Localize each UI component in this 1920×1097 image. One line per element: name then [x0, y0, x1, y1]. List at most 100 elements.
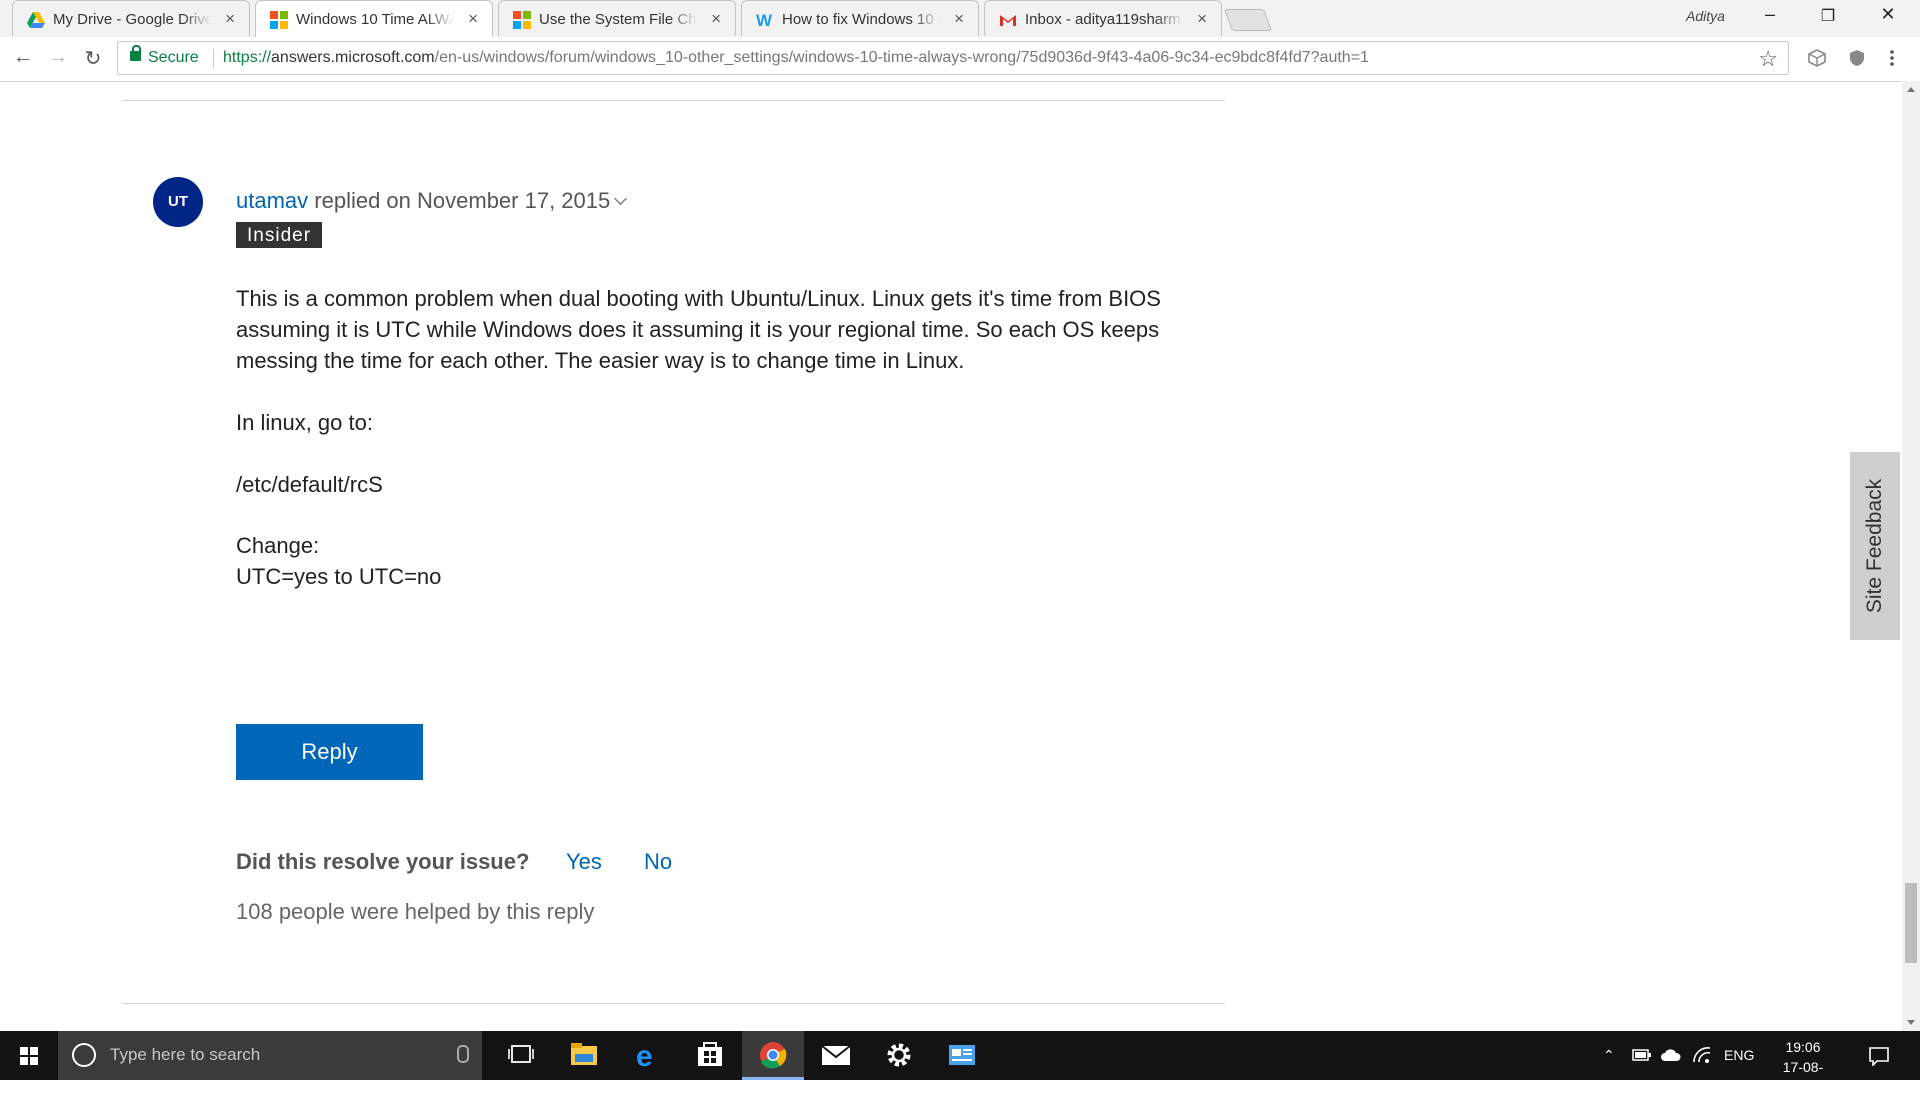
post-paragraph: /etc/default/rcS: [236, 472, 383, 497]
app-button[interactable]: [931, 1031, 993, 1080]
chrome-icon: [760, 1042, 787, 1069]
microsoft-icon: [513, 11, 531, 29]
tab-system-file-checker[interactable]: Use the System File Checker ×: [498, 0, 736, 36]
folder-icon: [571, 1043, 597, 1065]
microphone-icon[interactable]: [457, 1045, 469, 1063]
battery-icon[interactable]: [1632, 1048, 1652, 1062]
edge-button[interactable]: e: [616, 1031, 678, 1080]
mail-button[interactable]: [805, 1031, 867, 1080]
site-feedback-button[interactable]: Site Feedback: [1850, 452, 1900, 640]
secure-label: Secure: [148, 49, 199, 66]
system-clock[interactable]: 19:06 17-08-2017: [1768, 1037, 1838, 1097]
back-icon[interactable]: ←: [9, 46, 37, 69]
tab-title: Windows 10 Time ALWAYS wrong: [296, 11, 454, 29]
store-button[interactable]: [679, 1031, 741, 1080]
url-host: answers.microsoft.com: [271, 49, 435, 66]
reply-date: replied on November 17, 2015: [308, 188, 611, 213]
tab-title: How to fix Windows 10 clock: [782, 11, 940, 29]
shield-icon[interactable]: [1848, 49, 1866, 67]
taskbar-search-box[interactable]: Type here to search: [58, 1031, 482, 1080]
scrollbar-thumb[interactable]: [1905, 883, 1917, 963]
divider: [123, 100, 1225, 101]
reply-header: utamav replied on November 17, 2015: [236, 188, 628, 214]
divider: [213, 49, 214, 69]
windows-logo-icon: [20, 1047, 38, 1065]
insider-badge: Insider: [236, 222, 323, 248]
search-placeholder: Type here to search: [110, 1045, 261, 1064]
chrome-button[interactable]: [742, 1031, 804, 1080]
extension-cube-icon[interactable]: [1808, 49, 1826, 67]
action-center-icon[interactable]: [1868, 1046, 1890, 1066]
divider: [123, 1003, 1225, 1004]
post-paragraph: In linux, go to:: [236, 410, 373, 435]
author-link[interactable]: utamav: [236, 188, 308, 213]
onedrive-cloud-icon[interactable]: [1660, 1048, 1682, 1062]
url-path: /en-us/windows/forum/windows_10-other_se…: [434, 49, 1369, 66]
chevron-up-icon[interactable]: ⌃: [1603, 1047, 1615, 1064]
store-bag-icon: [698, 1042, 722, 1066]
new-tab-button[interactable]: [1223, 9, 1273, 31]
tab-title: My Drive - Google Drive: [53, 11, 211, 29]
clock-time: 19:06: [1785, 1039, 1821, 1055]
svg-text:W: W: [756, 11, 773, 29]
close-window-icon[interactable]: ✕: [1868, 4, 1908, 25]
language-indicator[interactable]: ENG: [1724, 1047, 1754, 1063]
windows-taskbar: Type here to search e ⌃ ENG 19:06 17-08-…: [0, 1031, 1920, 1095]
browser-toolbar: ← → ↻ Secure https://answers.microsoft.c…: [0, 37, 1920, 82]
reply-button[interactable]: Reply: [236, 724, 423, 780]
settings-button[interactable]: [868, 1031, 930, 1080]
post-paragraph: This is a common problem when dual booti…: [236, 286, 1161, 373]
bookmark-star-icon[interactable]: ☆: [1758, 46, 1778, 72]
edge-icon: e: [636, 1040, 653, 1073]
yes-link[interactable]: Yes: [566, 849, 602, 875]
task-view-icon: [508, 1045, 534, 1063]
reload-icon[interactable]: ↻: [79, 46, 107, 71]
wifi-icon[interactable]: [1692, 1046, 1712, 1064]
post-paragraph: Change:: [236, 533, 320, 558]
clock-date: 17-08-2017: [1782, 1059, 1824, 1095]
site-feedback-label: Site Feedback: [1863, 478, 1886, 614]
control-panel-icon: [949, 1045, 975, 1065]
helped-count: 108 people were helped by this reply: [236, 899, 595, 924]
url-text[interactable]: https://answers.microsoft.com/en-us/wind…: [223, 49, 1369, 67]
resolve-question: Did this resolve your issue?: [236, 849, 530, 874]
lock-icon: [130, 45, 141, 61]
post-paragraph: UTC=yes to UTC=no: [236, 564, 442, 589]
file-explorer-button[interactable]: [553, 1031, 615, 1080]
tab-windows-time[interactable]: Windows 10 Time ALWAYS wrong ×: [255, 0, 493, 37]
chevron-down-icon[interactable]: [614, 192, 628, 205]
close-tab-icon[interactable]: ×: [954, 9, 964, 29]
tab-title: Inbox - aditya119sharma: [1025, 11, 1183, 29]
minimize-icon[interactable]: –: [1750, 4, 1790, 25]
microsoft-icon: [270, 11, 288, 29]
mail-icon: [821, 1045, 851, 1065]
url-scheme: https://: [223, 49, 272, 66]
close-tab-icon[interactable]: ×: [1197, 9, 1207, 29]
svg-text:e: e: [636, 1040, 653, 1073]
vertical-scrollbar[interactable]: [1902, 81, 1920, 1031]
forward-icon[interactable]: →: [44, 46, 72, 69]
page-content: UT utamav replied on November 17, 2015 I…: [0, 81, 1902, 1031]
avatar[interactable]: UT: [153, 177, 203, 227]
scroll-down-icon[interactable]: [1907, 1020, 1915, 1025]
gmail-icon: [1000, 15, 1016, 26]
tab-fix-windows-clock[interactable]: W How to fix Windows 10 clock ×: [741, 0, 979, 36]
close-tab-icon[interactable]: ×: [225, 9, 235, 29]
gear-icon: [887, 1043, 911, 1067]
tab-google-drive[interactable]: My Drive - Google Drive ×: [12, 0, 250, 36]
tab-strip: My Drive - Google Drive × Windows 10 Tim…: [0, 0, 1920, 37]
close-tab-icon[interactable]: ×: [468, 9, 478, 29]
google-drive-icon: [27, 12, 45, 28]
scroll-up-icon[interactable]: [1907, 87, 1915, 92]
restore-icon[interactable]: ❐: [1808, 6, 1848, 26]
start-button[interactable]: [0, 1031, 58, 1080]
address-bar[interactable]: Secure https://answers.microsoft.com/en-…: [117, 41, 1789, 75]
menu-kebab-icon[interactable]: [1888, 49, 1896, 67]
cortana-icon: [72, 1043, 96, 1067]
task-view-button[interactable]: [490, 1031, 552, 1080]
profile-name[interactable]: Aditya: [1686, 8, 1725, 24]
tab-title: Use the System File Checker: [539, 11, 697, 29]
no-link[interactable]: No: [644, 849, 672, 875]
close-tab-icon[interactable]: ×: [711, 9, 721, 29]
tab-gmail-inbox[interactable]: Inbox - aditya119sharma ×: [984, 0, 1222, 36]
